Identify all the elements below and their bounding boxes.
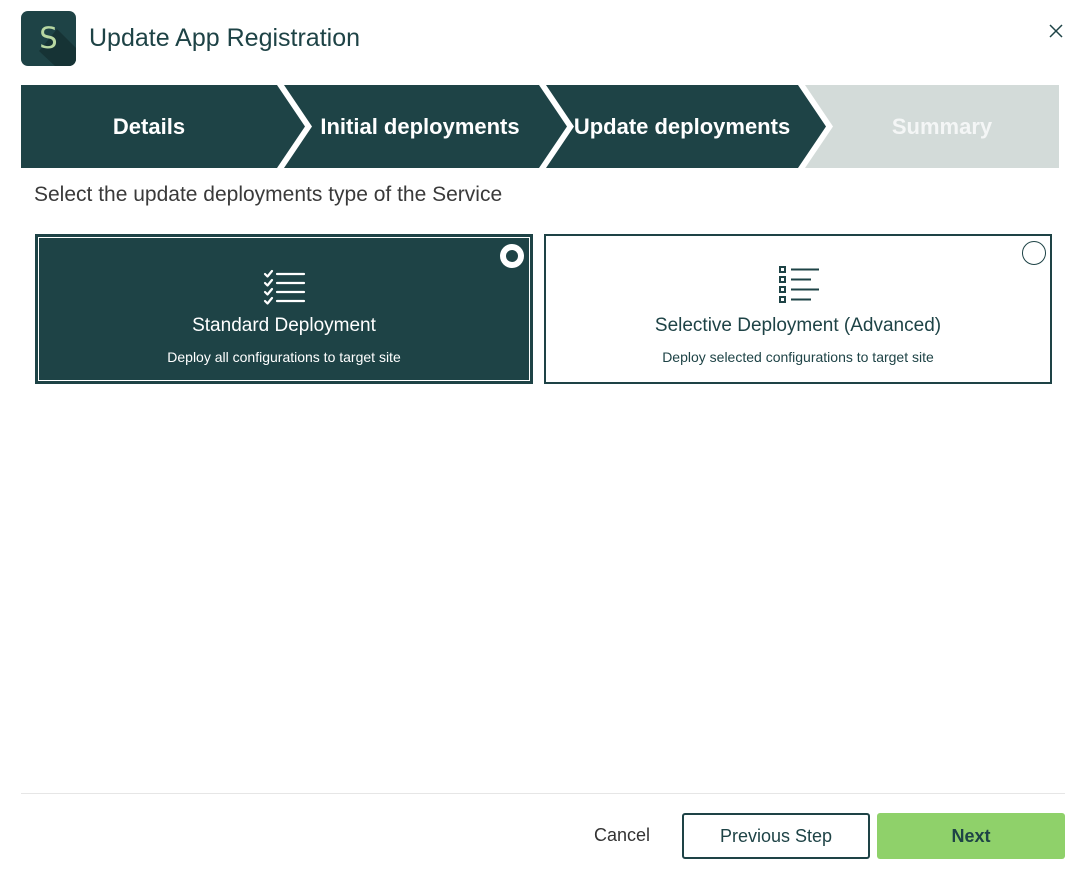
logo-letter: S bbox=[39, 21, 58, 55]
dialog-title: Update App Registration bbox=[89, 24, 361, 52]
standard-deployment-radio[interactable] bbox=[500, 244, 524, 268]
cancel-button[interactable]: Cancel bbox=[582, 813, 662, 858]
next-button[interactable]: Next bbox=[877, 813, 1065, 859]
previous-step-button[interactable]: Previous Step bbox=[682, 813, 870, 859]
selective-deployment-radio[interactable] bbox=[1022, 241, 1046, 265]
selective-deployment-card[interactable]: Selective Deployment (Advanced) Deploy s… bbox=[544, 234, 1052, 384]
checklist-icon bbox=[263, 269, 306, 305]
selective-deployment-title: Selective Deployment (Advanced) bbox=[654, 315, 942, 336]
step-update-deployments[interactable]: Update deployments bbox=[568, 85, 796, 168]
close-button[interactable] bbox=[1044, 19, 1068, 43]
wizard-stepper: Details Initial deployments Update deplo… bbox=[21, 85, 1059, 168]
footer-divider bbox=[21, 793, 1065, 794]
deployment-type-prompt: Select the update deployments type of th… bbox=[34, 183, 503, 206]
selective-list-icon bbox=[779, 266, 819, 303]
standard-deployment-card[interactable]: Standard Deployment Deploy all configura… bbox=[35, 234, 533, 384]
step-summary: Summary bbox=[891, 114, 993, 139]
standard-deployment-title: Standard Deployment bbox=[192, 315, 376, 336]
step-initial-deployments[interactable]: Initial deployments bbox=[307, 85, 533, 168]
step-details[interactable]: Details bbox=[21, 85, 277, 168]
close-icon bbox=[1049, 24, 1063, 38]
standard-deployment-subtitle: Deploy all configurations to target site bbox=[167, 349, 401, 365]
selective-deployment-subtitle: Deploy selected configurations to target… bbox=[662, 349, 934, 365]
app-logo: S bbox=[21, 11, 76, 66]
